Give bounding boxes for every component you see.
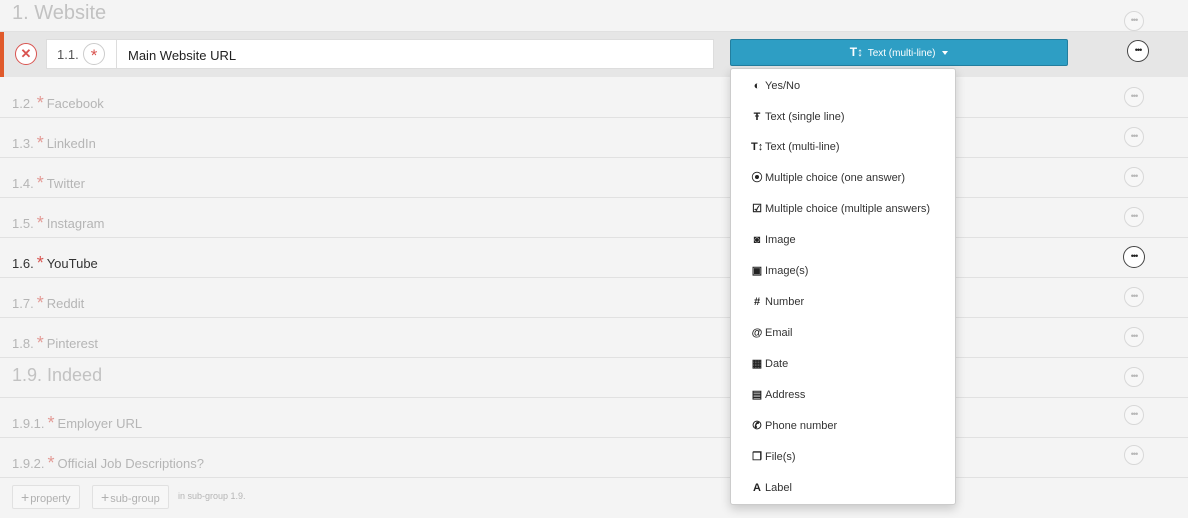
menu-item-files[interactable]: ❐ File(s) [751,447,796,467]
property-name: YouTube [46,256,98,271]
menu-item-text-multi[interactable]: T↕ Text (multi-line) [751,137,840,157]
text-multi-icon: T↕ [849,45,864,59]
property-row[interactable]: 1.4. * Twitter ••• [0,158,1188,198]
radio-icon: ⦿ [751,172,763,184]
row-more-button[interactable]: ••• [1124,127,1144,147]
toggle-icon: ◐ [753,80,761,92]
required-toggle[interactable]: * [83,43,105,65]
type-select-label: Text (multi-line) [867,48,936,59]
remove-property-button[interactable]: ✕ [15,43,37,65]
address-card-icon: ▤ [751,389,763,401]
property-row[interactable]: 1.9.1. * Employer URL ••• [0,398,1188,438]
active-property-row: ✕ 1.1. * Main Website URL T↕ Text (multi… [0,32,1188,77]
active-more-button[interactable]: ••• [1127,40,1149,62]
menu-item-images[interactable]: ▣ Image(s) [751,261,809,281]
phone-icon: ✆ [752,420,762,432]
property-name: LinkedIn [46,136,96,151]
checkbox-icon: ☑ [752,203,762,215]
group-header: 1. Website ••• [0,0,1188,32]
property-name: Official Job Descriptions? [57,456,204,471]
menu-item-text-single[interactable]: Ŧ Text (single line) [751,107,845,127]
divider [116,40,117,68]
row-more-button[interactable]: ••• [1124,405,1144,425]
property-row[interactable]: 1.6. * YouTube ••• [0,238,1188,278]
at-icon: @ [751,327,763,339]
menu-item-choice-one[interactable]: ⦿ Multiple choice (one answer) [751,168,906,188]
row-more-button[interactable]: ••• [1124,207,1144,227]
subgroup-more-button[interactable]: ••• [1124,367,1144,387]
subgroup-title: 1.9. Indeed [12,365,103,385]
property-name: Facebook [46,96,104,111]
caret-down-icon [942,51,949,56]
row-more-button[interactable]: ••• [1124,327,1144,347]
property-row[interactable]: 1.3. * LinkedIn ••• [0,118,1188,158]
property-index: 1.1. [57,47,79,62]
property-row[interactable]: 1.9.2. * Official Job Descriptions? ••• [0,438,1188,478]
menu-item-number[interactable]: # Number [751,292,804,312]
row-more-button[interactable]: ••• [1124,287,1144,307]
camera-icon: ◙ [753,234,761,246]
label-icon: A [753,482,761,494]
property-row[interactable]: 1.5. * Instagram ••• [0,198,1188,238]
add-subgroup-button[interactable]: +sub-group [92,485,169,509]
type-select-button[interactable]: T↕ Text (multi-line) [730,39,1068,66]
group-title: 1. Website [12,2,107,24]
type-dropdown-menu: ◐ Yes/No Ŧ Text (single line) T↕ Text (mult… [730,68,956,505]
subgroup-header: 1.9. Indeed ••• [0,358,1188,398]
images-icon: ▣ [751,265,763,277]
row-more-button[interactable]: ••• [1124,445,1144,465]
property-name: Employer URL [57,416,143,431]
group-more-button[interactable]: ••• [1124,11,1144,31]
plus-icon: + [21,489,30,505]
text-multi-icon: T↕ [751,141,764,153]
property-name-input[interactable]: Main Website URL [128,48,236,63]
menu-item-email[interactable]: @ Email [751,323,793,343]
property-row[interactable]: 1.7. * Reddit ••• [0,278,1188,318]
calendar-icon: ▦ [751,358,763,370]
menu-item-phone[interactable]: ✆ Phone number [751,416,837,436]
property-name: Reddit [46,296,85,311]
add-property-button[interactable]: +property [12,485,80,509]
property-name: Twitter [46,176,85,191]
row-more-button[interactable]: ••• [1124,167,1144,187]
footer-hint: in sub-group 1.9. [178,491,246,501]
plus-icon: + [101,489,110,505]
property-row[interactable]: 1.8. * Pinterest ••• [0,318,1188,358]
menu-item-date[interactable]: ▦ Date [751,354,788,374]
property-name: Instagram [46,216,105,231]
row-more-button[interactable]: ••• [1124,87,1144,107]
property-name: Pinterest [46,336,99,351]
menu-item-yes-no[interactable]: ◐ Yes/No [751,76,800,96]
files-icon: ❐ [752,451,762,463]
row-more-button[interactable]: ••• [1123,246,1145,268]
menu-item-address[interactable]: ▤ Address [751,385,806,405]
text-single-icon: Ŧ [753,111,761,123]
property-name-box: 1.1. * Main Website URL [46,39,714,69]
menu-item-choice-multiple[interactable]: ☑ Multiple choice (multiple answers) [751,199,930,219]
menu-item-image[interactable]: ◙ Image [751,230,796,250]
property-row[interactable]: 1.2. * Facebook ••• [0,78,1188,118]
menu-item-label[interactable]: A Label [751,478,792,498]
hash-icon: # [753,296,761,308]
